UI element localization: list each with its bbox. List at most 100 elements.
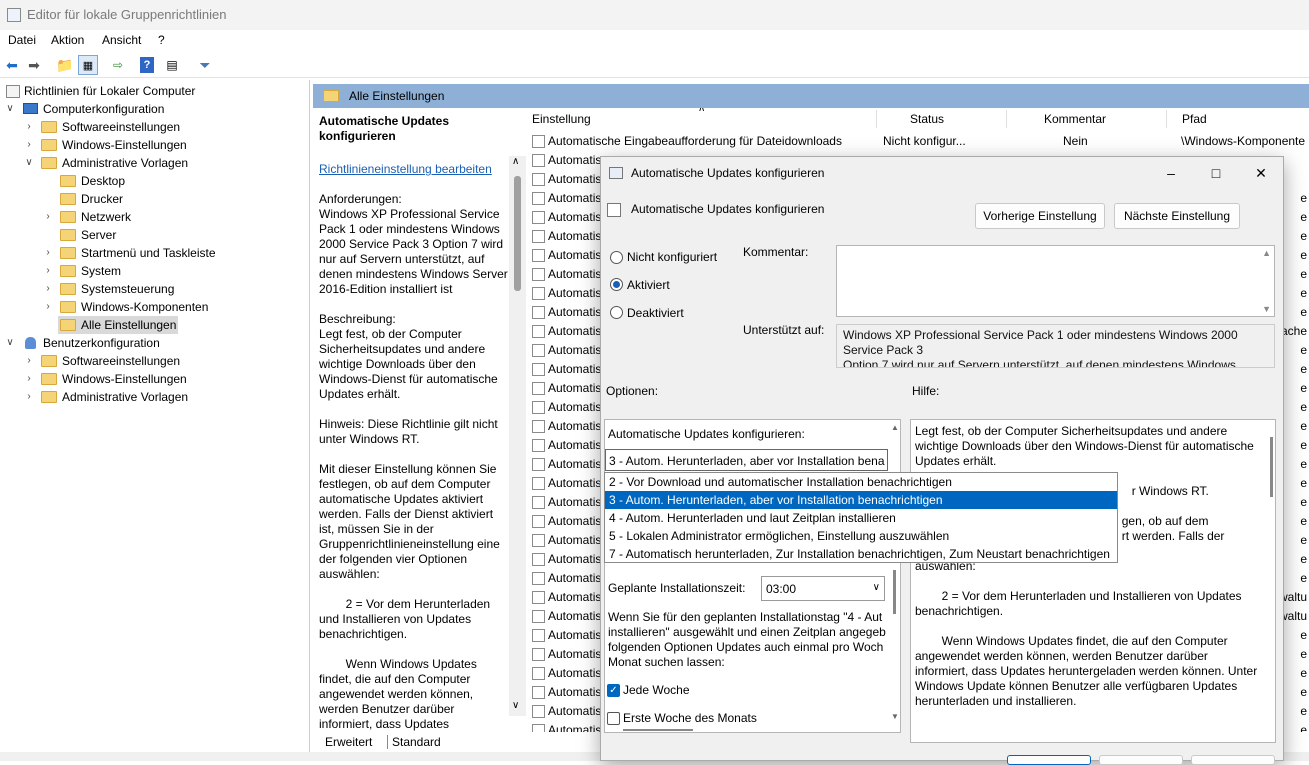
chevron-down-icon[interactable]: ∨: [5, 100, 15, 118]
user-icon: [25, 337, 36, 349]
chevron-right-icon[interactable]: ›: [43, 298, 53, 316]
radio-enabled[interactable]: [610, 278, 623, 291]
dropdown-option[interactable]: 4 - Autom. Herunterladen und laut Zeitpl…: [605, 509, 1117, 527]
description-scrollbar[interactable]: ∧ ∨: [509, 156, 526, 716]
tree-alle-einstellungen[interactable]: Alle Einstellungen: [81, 316, 176, 334]
back-icon[interactable]: ⬅: [2, 55, 22, 75]
policy-setting-icon: [532, 325, 545, 338]
tree-windows-komponenten[interactable]: Windows-Komponenten: [81, 298, 208, 316]
every-week-label[interactable]: Jede Woche: [623, 683, 690, 697]
time-select[interactable]: 03:00 ∨: [761, 576, 885, 601]
first-week-label[interactable]: Erste Woche des Monats: [623, 711, 757, 725]
setting-name: Automatis: [548, 305, 602, 319]
column-status[interactable]: Status: [910, 112, 944, 126]
chevron-down-icon[interactable]: ∨: [24, 154, 34, 172]
radio-not-configured-label[interactable]: Nicht konfiguriert: [627, 250, 717, 264]
tree-c-softwareeinstellungen[interactable]: Softwareeinstellungen: [62, 118, 180, 136]
tree-server[interactable]: Server: [81, 226, 116, 244]
cancel-button[interactable]: [1099, 755, 1183, 765]
export-list-icon[interactable]: ⇨: [108, 55, 128, 75]
first-week-checkbox[interactable]: [607, 712, 620, 725]
radio-disabled[interactable]: [610, 306, 623, 319]
horizontal-scrollbar[interactable]: [623, 729, 693, 731]
tree-desktop[interactable]: Desktop: [81, 172, 125, 190]
show-hide-tree-icon[interactable]: ▦: [78, 55, 98, 75]
dropdown-option[interactable]: 3 - Autom. Herunterladen, aber vor Insta…: [605, 491, 1117, 509]
scroll-up-icon[interactable]: ∧: [512, 156, 519, 167]
scroll-down-icon[interactable]: ∨: [512, 700, 519, 711]
edit-policy-link[interactable]: Richtlinieneinstellung bearbeiten: [319, 162, 492, 177]
policy-setting-icon: [532, 496, 545, 509]
dropdown-option[interactable]: 7 - Automatisch herunterladen, Zur Insta…: [605, 545, 1117, 563]
options-scrollbar[interactable]: ▲ ▼: [888, 420, 900, 732]
properties-icon[interactable]: ▤: [162, 55, 182, 75]
tree-computerkonfiguration[interactable]: Computerkonfiguration: [43, 100, 164, 118]
next-setting-button[interactable]: Nächste Einstellung: [1114, 203, 1240, 229]
radio-enabled-label[interactable]: Aktiviert: [627, 278, 670, 292]
previous-setting-button[interactable]: Vorherige Einstellung: [975, 203, 1105, 229]
radio-disabled-label[interactable]: Deaktiviert: [627, 306, 684, 320]
chevron-down-icon[interactable]: ∨: [5, 334, 15, 352]
chevron-right-icon[interactable]: ›: [43, 244, 53, 262]
ok-button[interactable]: [1007, 755, 1091, 765]
tree-systemsteuerung[interactable]: Systemsteuerung: [81, 280, 174, 298]
chevron-right-icon[interactable]: ›: [24, 352, 34, 370]
column-kommentar[interactable]: Kommentar: [1044, 112, 1106, 126]
scroll-thumb[interactable]: [514, 176, 521, 291]
tab-erweitert[interactable]: Erweitert: [325, 735, 372, 749]
chevron-right-icon[interactable]: ›: [43, 280, 53, 298]
up-folder-icon[interactable]: 📁: [55, 55, 75, 75]
tree-drucker[interactable]: Drucker: [81, 190, 123, 208]
help-scrollbar-thumb[interactable]: [1270, 437, 1273, 497]
configure-updates-dropdown[interactable]: 2 - Vor Download und automatischer Insta…: [604, 472, 1118, 563]
column-einstellung[interactable]: Einstellung: [532, 112, 591, 126]
tree-benutzerkonfiguration[interactable]: Benutzerkonfiguration: [43, 334, 160, 352]
tree-root[interactable]: Richtlinien für Lokaler Computer: [24, 82, 195, 100]
scroll-thumb[interactable]: [893, 570, 896, 614]
apply-button[interactable]: [1191, 755, 1275, 765]
tree-netzwerk[interactable]: Netzwerk: [81, 208, 131, 226]
forward-icon[interactable]: ➡: [24, 55, 44, 75]
table-row[interactable]: Automatische Eingabeaufforderung für Dat…: [526, 132, 1309, 151]
setting-path-fragment: e: [1300, 286, 1307, 300]
close-icon[interactable]: ✕: [1246, 163, 1276, 183]
minimize-icon[interactable]: –: [1156, 163, 1186, 183]
help-icon[interactable]: ?: [140, 57, 154, 73]
chevron-right-icon[interactable]: ›: [24, 370, 34, 388]
menu-aktion[interactable]: Aktion: [51, 33, 84, 47]
scroll-up-icon[interactable]: ▲: [1262, 248, 1271, 258]
maximize-icon[interactable]: □: [1201, 163, 1231, 183]
dropdown-option[interactable]: 2 - Vor Download und automatischer Insta…: [605, 473, 1117, 491]
radio-not-configured[interactable]: [610, 251, 623, 264]
dropdown-option[interactable]: 5 - Lokalen Administrator ermöglichen, E…: [605, 527, 1117, 545]
tab-standard[interactable]: Standard: [387, 735, 441, 749]
filter-icon[interactable]: ⏷: [195, 55, 215, 75]
setting-path-fragment: e: [1300, 571, 1307, 585]
tree-startmenu[interactable]: Startmenü und Taskleiste: [81, 244, 216, 262]
menu-ansicht[interactable]: Ansicht: [102, 33, 141, 47]
menu-help[interactable]: ?: [158, 33, 165, 47]
chevron-right-icon[interactable]: ›: [43, 208, 53, 226]
tree-c-windows-einstellungen[interactable]: Windows-Einstellungen: [62, 136, 187, 154]
column-pfad[interactable]: Pfad: [1182, 112, 1207, 126]
chevron-right-icon[interactable]: ›: [24, 118, 34, 136]
scroll-down-icon[interactable]: ▼: [1262, 304, 1271, 314]
tree-system[interactable]: System: [81, 262, 121, 280]
scroll-up-icon[interactable]: ▲: [891, 423, 899, 432]
policy-setting-icon: [532, 439, 545, 452]
configure-updates-select[interactable]: 3 - Autom. Herunterladen, aber vor Insta…: [605, 449, 888, 471]
every-week-checkbox[interactable]: ✓: [607, 684, 620, 697]
scroll-down-icon[interactable]: ▼: [891, 712, 899, 721]
tree-b-administrative-vorlagen[interactable]: Administrative Vorlagen: [62, 388, 188, 406]
tree-b-windows-einstellungen[interactable]: Windows-Einstellungen: [62, 370, 187, 388]
tree-c-administrative-vorlagen[interactable]: Administrative Vorlagen: [62, 154, 188, 172]
tree-b-softwareeinstellungen[interactable]: Softwareeinstellungen: [62, 352, 180, 370]
setting-name: Automatis: [548, 571, 602, 585]
setting-name: Automatis: [548, 438, 602, 452]
chevron-right-icon[interactable]: ›: [24, 136, 34, 154]
menu-datei[interactable]: Datei: [8, 33, 36, 47]
chevron-right-icon[interactable]: ›: [24, 388, 34, 406]
comment-textarea[interactable]: ▲ ▼: [836, 245, 1275, 317]
setting-name: Automatis: [548, 248, 602, 262]
chevron-right-icon[interactable]: ›: [43, 262, 53, 280]
